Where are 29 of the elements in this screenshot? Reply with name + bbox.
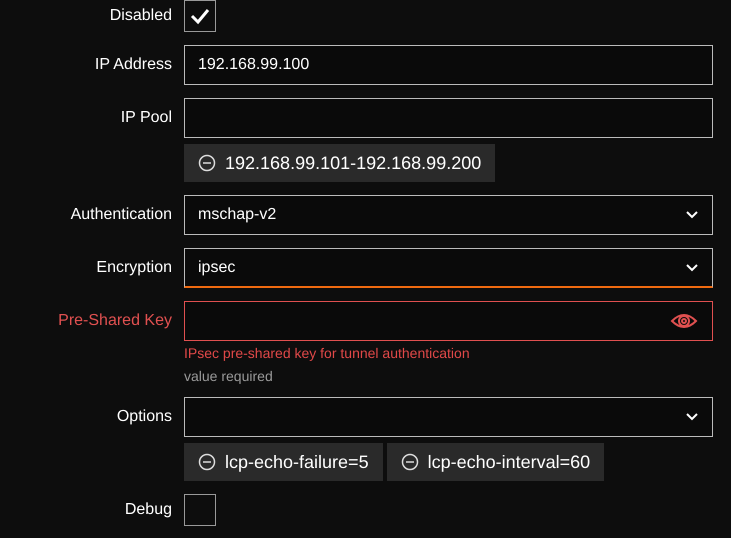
input-field[interactable]: 192.168.99.100 xyxy=(184,45,713,85)
password-field[interactable] xyxy=(184,301,713,341)
dropdown[interactable] xyxy=(184,397,713,437)
field-label: IP Address xyxy=(94,56,172,74)
chevron-down-icon xyxy=(686,264,698,272)
field-label: Options xyxy=(116,408,172,426)
dropdown[interactable]: mschap-v2 xyxy=(184,195,713,235)
chevron-down-icon xyxy=(686,211,698,219)
input-field[interactable] xyxy=(184,98,713,138)
help-text: IPsec pre-shared key for tunnel authentication xyxy=(184,345,470,361)
eye-icon xyxy=(670,311,698,331)
field-label: Encryption xyxy=(96,259,172,277)
check-icon xyxy=(189,7,211,25)
field-label: Authentication xyxy=(70,206,172,224)
field-label: Disabled xyxy=(110,7,172,25)
field-label: IP Pool xyxy=(120,109,172,127)
checkbox[interactable] xyxy=(184,0,216,32)
tag-chip[interactable]: 192.168.99.101-192.168.99.200 xyxy=(184,144,496,182)
field-label: Pre-Shared Key xyxy=(58,312,172,330)
minus-circle-icon xyxy=(400,453,419,471)
validation-message: value required xyxy=(184,368,273,384)
minus-circle-icon xyxy=(198,154,216,172)
field-label: Debug xyxy=(124,501,172,519)
tag-chip[interactable]: lcp-echo-interval=60 xyxy=(386,443,604,481)
chevron-down-icon xyxy=(686,413,698,421)
checkbox[interactable] xyxy=(184,494,216,526)
minus-circle-icon xyxy=(198,453,216,471)
tag-chip[interactable]: lcp-echo-failure=5 xyxy=(184,443,383,481)
dropdown[interactable]: ipsec xyxy=(184,248,713,288)
